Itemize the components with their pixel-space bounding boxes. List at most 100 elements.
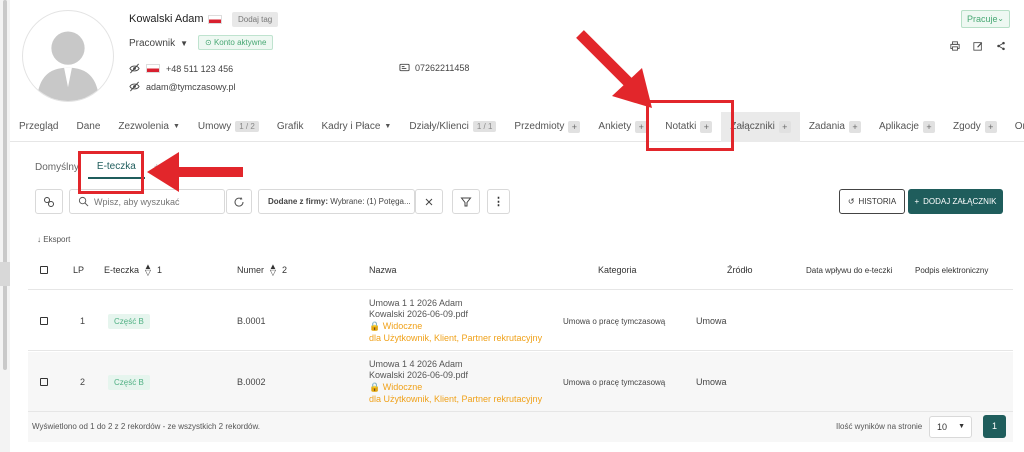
per-page-label: Ilość wyników na stronie xyxy=(836,422,923,431)
profile-name: Kowalski Adam xyxy=(129,13,204,25)
sort-icon[interactable]: ▲ ▽ xyxy=(269,263,277,277)
share-icon[interactable] xyxy=(996,41,1006,51)
filter-button[interactable] xyxy=(452,189,480,214)
plus-icon[interactable]: + xyxy=(848,120,861,133)
header-actions xyxy=(950,41,1006,51)
tab-grafik[interactable]: Grafik xyxy=(268,112,313,142)
row-checkbox[interactable] xyxy=(40,317,48,325)
table-row[interactable]: 2 Część B B.0002 Umowa 1 4 2026 Adam Kow… xyxy=(28,352,1013,412)
tab-label: Dane xyxy=(76,121,101,132)
table-row[interactable]: 1 Część B B.0001 Umowa 1 1 2026 Adam Kow… xyxy=(28,291,1013,351)
tab-zadania[interactable]: Zadania + xyxy=(800,112,870,142)
add-attachment-button[interactable]: + DODAJ ZAŁĄCZNIK xyxy=(908,189,1003,214)
scrollbar-thumb[interactable] xyxy=(3,0,7,370)
visibility-status: 🔒 Widoczne xyxy=(369,381,422,393)
chevron-down-icon: ⌄ xyxy=(997,14,1004,23)
header-label: E-teczka xyxy=(104,265,140,275)
edit-icon[interactable] xyxy=(973,41,983,51)
eye-off-icon[interactable] xyxy=(129,63,140,74)
tab-aplikacje[interactable]: Aplikacje + xyxy=(870,112,944,142)
tab-umowy[interactable]: Umowy 1 / 2 xyxy=(189,112,268,142)
add-tag-button[interactable]: Dodaj tag xyxy=(232,12,279,27)
tab-label: Grafik xyxy=(276,121,304,132)
plus-icon[interactable]: + xyxy=(568,120,581,133)
tab-label: Działy/Klienci xyxy=(409,121,469,132)
search-icon xyxy=(78,196,89,207)
header-podpis: Podpis elektroniczny xyxy=(915,265,989,275)
caret-down-icon: ▼ xyxy=(180,39,189,48)
sort-order: 1 xyxy=(156,265,162,275)
tab-zezwolenia[interactable]: Zezwolenia ▼ xyxy=(109,112,189,142)
plus-icon[interactable]: + xyxy=(778,120,791,133)
account-status-label: Konto aktywne xyxy=(213,38,267,47)
row-checkbox[interactable] xyxy=(40,378,48,386)
tab-dzialy-klienci[interactable]: Działy/Klienci 1 / 1 xyxy=(400,112,505,142)
header-numer[interactable]: Numer ▲ ▽ 2 xyxy=(237,250,287,290)
more-options-button[interactable]: ⋮ xyxy=(487,189,510,214)
role-dropdown[interactable]: Pracownik ▼ xyxy=(129,38,188,49)
tab-dane[interactable]: Dane xyxy=(67,112,109,142)
phone-number: +48 511 123 456 xyxy=(166,63,234,74)
download-icon: ↓ xyxy=(37,235,41,244)
tab-onboarding[interactable]: Onboarding xyxy=(1006,112,1024,142)
document-link[interactable]: Kowalski 2026-06-09.pdf xyxy=(369,370,468,381)
header-eteczka[interactable]: E-teczka ▲ ▽ 1 xyxy=(104,250,162,290)
row-nazwa[interactable]: Umowa 1 4 2026 Adam Kowalski 2026-06-09.… xyxy=(369,352,542,412)
row-lp: 2 xyxy=(80,377,86,387)
work-status-label: Pracuje xyxy=(967,14,998,24)
document-link[interactable]: Umowa 1 4 2026 Adam xyxy=(369,359,463,370)
per-page-value: 10 xyxy=(937,422,948,432)
header-lp: LP xyxy=(73,265,85,275)
role-label: Pracownik xyxy=(129,38,176,49)
export-button[interactable]: ↓ Eksport xyxy=(37,235,70,244)
plus-icon[interactable]: + xyxy=(922,120,935,133)
row-nazwa[interactable]: Umowa 1 1 2026 Adam Kowalski 2026-06-09.… xyxy=(369,291,542,351)
poland-flag-icon xyxy=(208,15,222,24)
caret-down-icon: ▼ xyxy=(172,123,180,130)
company-filter-chip[interactable]: Dodane z firmy: Wybrane: (1) Potęga... xyxy=(258,189,415,214)
history-button[interactable]: ↺ HISTORIA xyxy=(839,189,905,214)
row-kategoria: Umowa o pracę tymczasową xyxy=(563,316,666,326)
eteczka-badge: Część B xyxy=(108,313,150,329)
scrollbar-handle[interactable] xyxy=(0,262,10,286)
header-nazwa: Nazwa xyxy=(369,265,397,275)
visibility-for: dla Użytkownik, Klient, Partner rekrutac… xyxy=(369,394,543,404)
row-kategoria: Umowa o pracę tymczasową xyxy=(563,377,666,387)
close-icon xyxy=(425,198,433,205)
header-label: Numer xyxy=(237,265,265,275)
plus-icon[interactable]: + xyxy=(984,120,997,133)
page-button[interactable]: 1 xyxy=(983,415,1006,438)
refresh-icon xyxy=(234,196,244,207)
sort-icon[interactable]: ▲ ▽ xyxy=(144,263,152,277)
account-status-badge: ⊙ Konto aktywne xyxy=(198,35,274,50)
tab-przedmioty[interactable]: Przedmioty + xyxy=(505,112,589,142)
visibility-label: Widoczne xyxy=(382,321,423,331)
clear-filter-button[interactable] xyxy=(415,189,443,214)
tab-label: Onboarding xyxy=(1014,121,1024,132)
per-page-select[interactable]: 10 ▼ xyxy=(929,416,972,438)
tab-label: Zezwolenia xyxy=(118,121,169,132)
columns-settings-button[interactable] xyxy=(35,189,63,214)
filter-label: Dodane z firmy: xyxy=(268,197,329,206)
header-zrodlo: Źródło xyxy=(727,265,753,275)
tab-kadry-i-place[interactable]: Kadry i Płace ▼ xyxy=(313,112,401,142)
document-link[interactable]: Umowa 1 1 2026 Adam xyxy=(369,298,463,309)
id-card-icon xyxy=(399,62,410,73)
records-summary: Wyświetlono od 1 do 2 z 2 rekordów - ze … xyxy=(32,422,261,431)
eye-off-icon[interactable] xyxy=(129,81,140,92)
print-icon[interactable] xyxy=(950,41,960,51)
tab-zgody[interactable]: Zgody + xyxy=(944,112,1006,142)
user-placeholder-icon xyxy=(36,31,100,101)
checkbox[interactable] xyxy=(40,266,48,274)
left-scrollbar[interactable] xyxy=(0,0,10,452)
document-link[interactable]: Kowalski 2026-06-09.pdf xyxy=(369,309,468,320)
search-input[interactable] xyxy=(94,196,224,207)
tab-przeglad[interactable]: Przegląd xyxy=(10,112,67,142)
table-header: LP E-teczka ▲ ▽ 1 Numer ▲ ▽ 2 Nazwa Kategoria … xyxy=(28,250,1013,290)
plus-icon: + xyxy=(914,197,920,206)
visibility-status: 🔒 Widoczne xyxy=(369,320,422,332)
work-status-dropdown[interactable]: Pracuje ⌄ xyxy=(961,10,1010,28)
table-footer: Wyświetlono od 1 do 2 z 2 rekordów - ze … xyxy=(28,412,1013,442)
filter-icon xyxy=(460,197,472,206)
select-all-checkbox[interactable] xyxy=(40,250,48,290)
